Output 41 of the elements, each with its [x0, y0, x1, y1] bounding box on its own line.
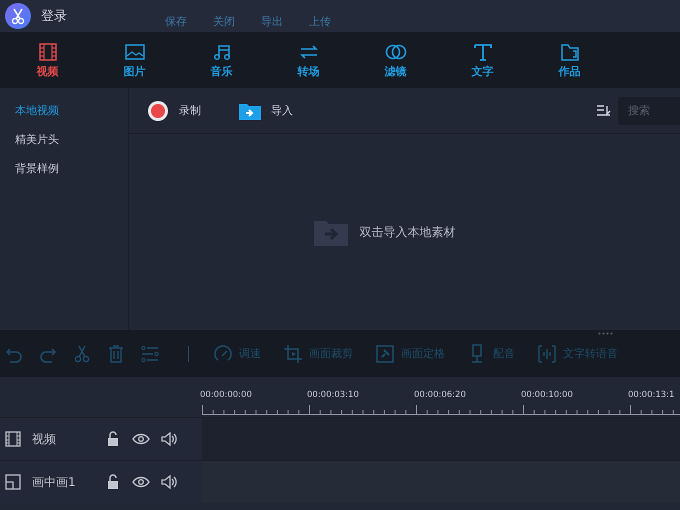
tab[interactable]: 文字: [439, 32, 526, 88]
drag-grip-icon[interactable]: [598, 332, 614, 335]
track-name: 画中画1: [32, 474, 77, 490]
time-label: 00:00:10:00: [521, 390, 574, 400]
tab[interactable]: 音乐: [178, 32, 265, 88]
record-button[interactable]: 录制: [147, 100, 201, 122]
time-label: 00:00:06:20: [414, 390, 467, 400]
sidebar-item[interactable]: 本地视频: [0, 102, 128, 119]
film-icon: [4, 430, 22, 448]
speaker-icon[interactable]: [160, 473, 178, 491]
pin-frame-icon: [375, 344, 395, 364]
record-icon: [147, 100, 169, 122]
text-t-icon: [472, 42, 494, 62]
time-label: 00:00:13:1: [628, 390, 674, 400]
tab[interactable]: 作品: [526, 32, 613, 88]
scissors-logo-icon: [5, 3, 31, 29]
picture-in-picture-icon: [4, 473, 22, 491]
tab[interactable]: 滤镜: [352, 32, 439, 88]
image-icon: [124, 42, 146, 62]
tab[interactable]: 图片: [91, 32, 178, 88]
tab[interactable]: 转场: [265, 32, 352, 88]
empty-hint: 双击导入本地素材: [360, 224, 456, 240]
time-label: 00:00:03:10: [307, 390, 360, 400]
film-icon: [36, 42, 58, 62]
login-link[interactable]: 登录: [41, 7, 67, 25]
sidebar-item[interactable]: 精美片头: [0, 131, 128, 148]
sidebar-item[interactable]: 背景样例: [0, 160, 128, 177]
search-field[interactable]: 搜索: [618, 96, 680, 124]
folder-icon: [558, 42, 580, 62]
tab[interactable]: 视频: [4, 32, 91, 88]
gauge-icon: [213, 344, 233, 364]
time-label: 00:00:00:00: [200, 390, 253, 400]
folder-arrow-icon: [314, 218, 348, 246]
speaker-icon[interactable]: [160, 430, 178, 448]
voice-wave-icon: [537, 344, 557, 364]
folder-import-icon: [239, 102, 261, 120]
crop-icon: [283, 344, 303, 364]
overlapping-rings-icon: [384, 42, 406, 62]
import-button[interactable]: 导入: [239, 102, 293, 120]
sort-icon[interactable]: [596, 104, 612, 118]
track-name: 视频: [32, 430, 57, 448]
